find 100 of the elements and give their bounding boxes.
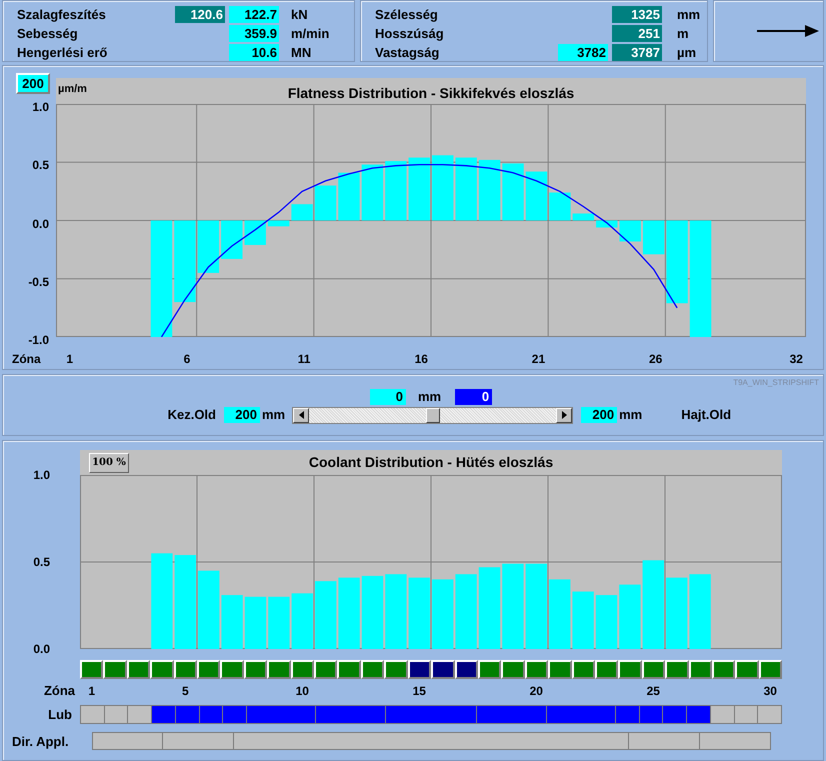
row-label: Dir. Appl.	[11, 732, 70, 751]
bar	[455, 158, 477, 220]
bar	[244, 596, 266, 649]
bar	[572, 214, 594, 220]
axis-tick-label: 5	[182, 682, 189, 698]
bar	[666, 578, 688, 649]
unit-label: kN	[291, 6, 308, 24]
axis-tick-label: 1.0	[32, 100, 50, 114]
axis-tick-label: 20	[530, 682, 543, 698]
bar	[549, 192, 571, 220]
bar	[268, 220, 290, 226]
axis-tick-label: 1	[88, 682, 96, 698]
unit-label: mm	[677, 6, 700, 24]
value-readout: 3782	[558, 44, 608, 61]
offset-field: 0	[370, 388, 406, 404]
unit-label: m/min	[291, 24, 330, 43]
value-readout: 3787	[612, 44, 662, 61]
axis-tick-label: 0.0	[32, 216, 50, 230]
value-readout: 359.9	[229, 25, 279, 42]
bar	[642, 220, 664, 254]
axis-tick-label: 11	[298, 351, 310, 367]
left-triangle-icon	[298, 411, 304, 419]
row-label: Lub	[47, 706, 73, 724]
axis-tick-label: 30	[764, 682, 777, 698]
bar	[268, 596, 290, 649]
right-arrow-icon	[757, 25, 819, 37]
axis-tick-label: 16	[414, 351, 428, 367]
bar	[198, 220, 220, 273]
bar	[478, 160, 500, 220]
axis-tick-label: 1.0	[33, 468, 51, 482]
side-label: Hajt.Old	[681, 406, 732, 424]
unit-label: µm/m	[57, 82, 87, 97]
scale-button[interactable]: 100 %	[89, 452, 129, 472]
side-label: Kez.Old	[166, 406, 216, 424]
bar	[526, 172, 548, 220]
bar	[408, 158, 430, 220]
right-triangle-icon	[562, 411, 567, 419]
axis-tick-label: 1	[66, 351, 74, 367]
bar	[221, 220, 242, 259]
bar	[596, 220, 618, 228]
chart-title: Flatness Distribution - Sikkifekvés eloszlás	[288, 85, 574, 102]
scale-button[interactable]: 200	[16, 73, 50, 94]
bar	[596, 595, 618, 649]
bar	[362, 164, 384, 220]
window-id-label: T9A_WIN_STRIPSHIFT	[733, 377, 819, 388]
bar	[572, 592, 594, 649]
value-readout: 120.6	[175, 6, 225, 23]
value-readout: 251	[612, 25, 662, 42]
parameter-label: Vastagság	[374, 44, 440, 62]
offset-actual-field: 0	[455, 388, 492, 404]
parameter-label: Szalagfeszítés	[16, 6, 107, 24]
axis-tick-label: 21	[532, 351, 546, 367]
bar	[314, 186, 336, 220]
bar	[619, 584, 641, 649]
bar	[408, 578, 430, 649]
axis-tick-label: -0.5	[28, 274, 50, 289]
axis-tick-label: 26	[648, 351, 662, 367]
bar	[432, 579, 454, 649]
limit-field: 200	[224, 407, 260, 423]
unit-label: µm	[677, 44, 696, 62]
axis-label: Zóna	[12, 351, 42, 368]
value-readout: 1325	[612, 6, 662, 23]
bar	[502, 163, 524, 220]
bar	[338, 578, 360, 649]
axis-tick-label: 0.5	[32, 158, 50, 172]
value-readout: 10.6	[229, 44, 279, 61]
bar	[620, 220, 641, 242]
scroll-left-button[interactable]	[293, 408, 310, 422]
axis-tick-label: 10	[296, 682, 309, 698]
bar	[432, 155, 454, 220]
scroll-right-button[interactable]	[556, 408, 572, 422]
bar	[244, 220, 266, 245]
chart-title: Coolant Distribution - Hütés eloszlás	[308, 453, 554, 472]
bar	[221, 595, 243, 649]
bar	[338, 172, 360, 220]
parameter-label: Hengerlési erő	[16, 44, 108, 62]
axis-tick-label: 32	[790, 351, 803, 367]
limit-field: 200	[581, 407, 618, 423]
axis-tick-label: 0.0	[33, 642, 51, 656]
parameter-label: Hosszúság	[374, 24, 445, 43]
bar	[385, 161, 407, 220]
bar	[315, 581, 336, 649]
unit-label: mm	[619, 406, 642, 424]
unit-label: MN	[291, 44, 312, 62]
unit-label: m	[677, 24, 689, 43]
unit-label: mm	[418, 388, 442, 406]
axis-tick-label: 25	[646, 682, 660, 698]
bar	[549, 579, 570, 649]
parameter-label: Sebesség	[16, 24, 79, 43]
axis-label: Zóna	[42, 682, 76, 700]
slider-thumb[interactable]	[426, 408, 440, 422]
value-readout: 122.7	[229, 6, 279, 23]
axis-tick-label: 6	[184, 351, 190, 367]
bar	[291, 204, 313, 220]
shift-slider[interactable]	[292, 406, 574, 424]
axis-tick-label: -1.0	[28, 333, 50, 347]
bar	[292, 593, 313, 649]
parameter-label: Szélesség	[374, 6, 439, 24]
unit-label: mm	[262, 406, 286, 424]
axis-tick-label: 0.5	[33, 555, 51, 569]
